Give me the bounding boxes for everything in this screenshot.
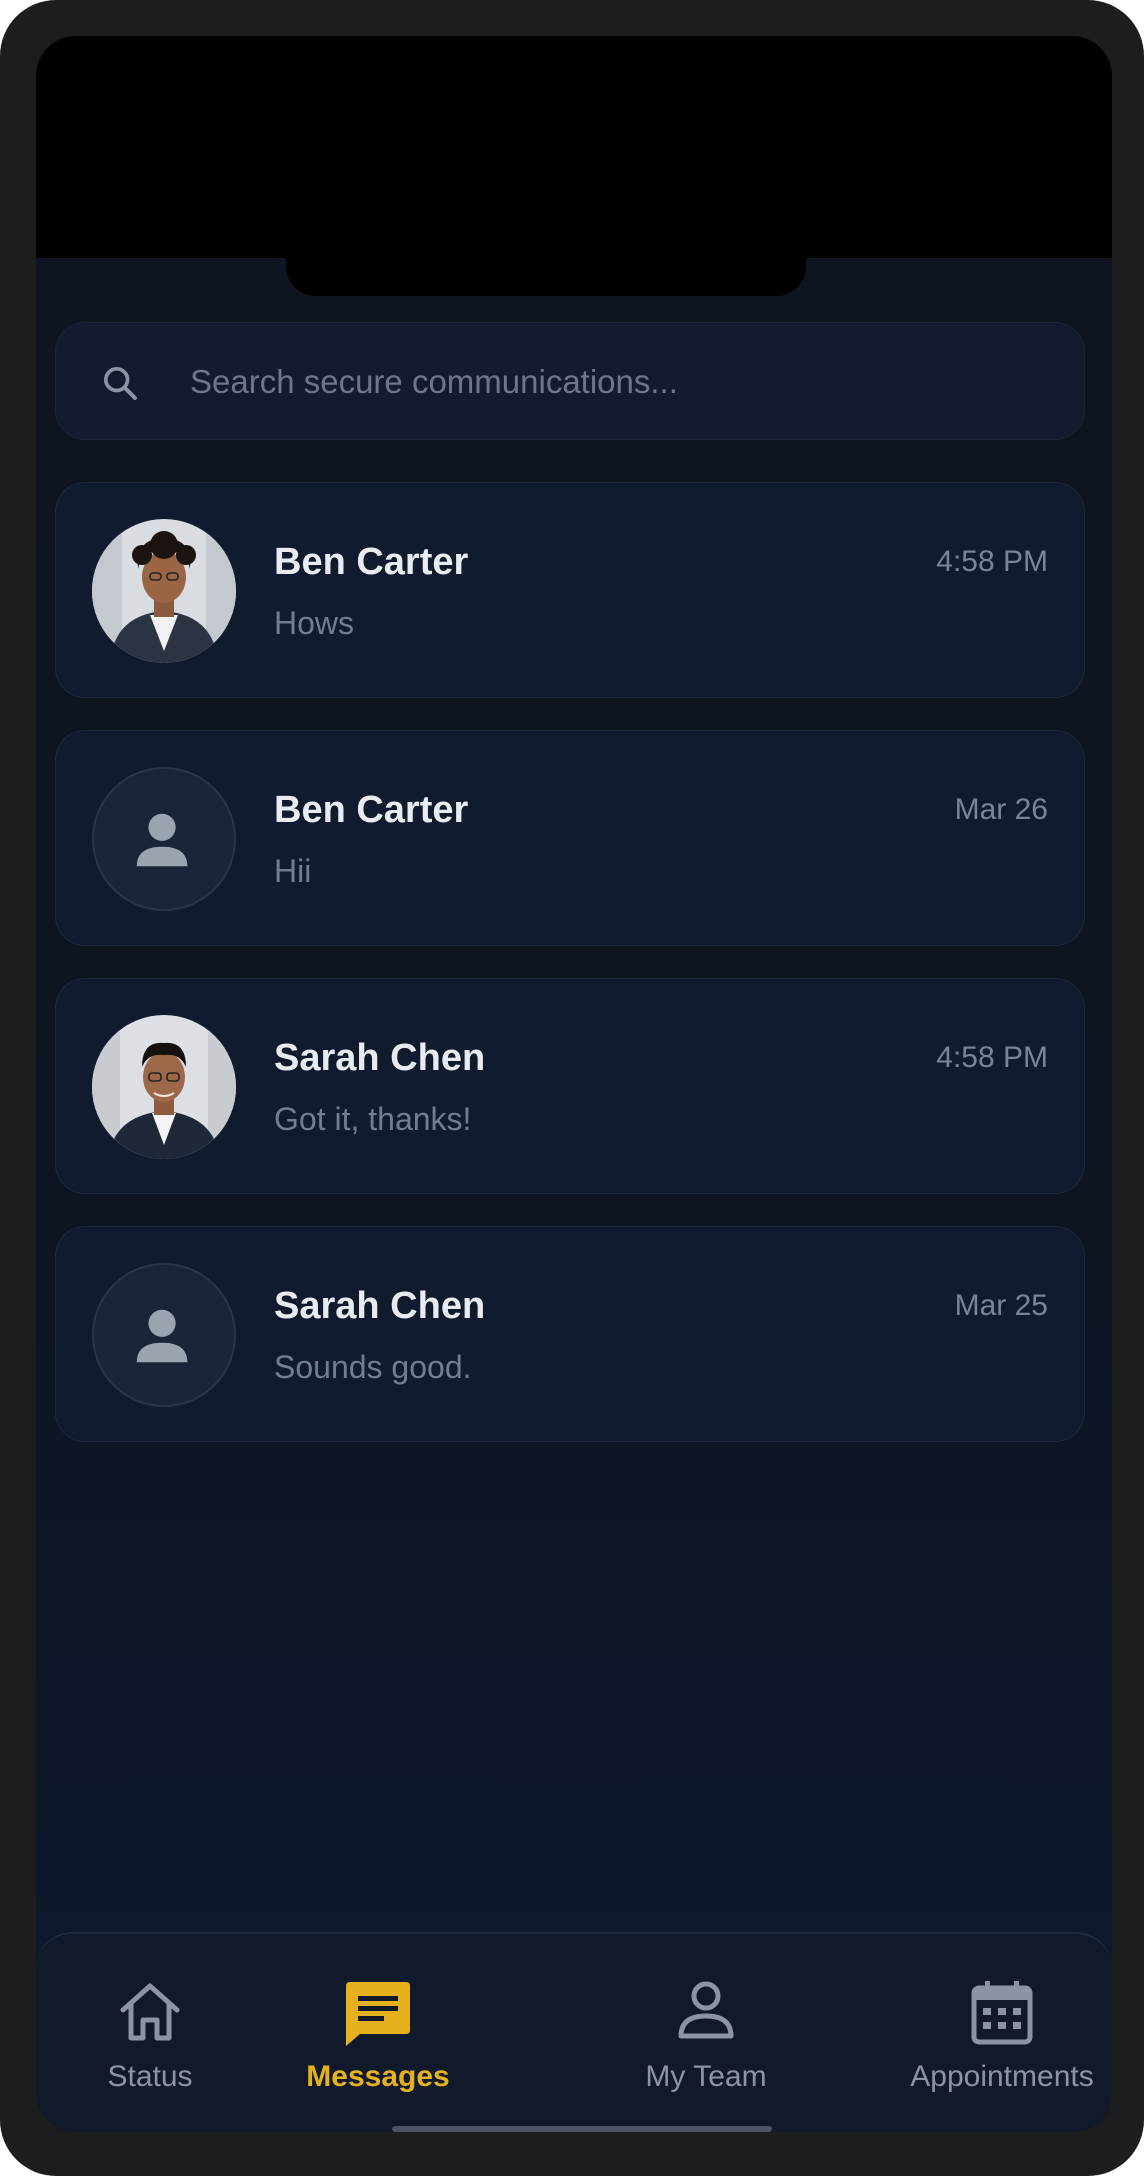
person-icon — [678, 1981, 734, 2039]
conversation-item[interactable]: Ben Carter 4:58 PM Hows — [55, 482, 1085, 698]
message-time: Mar 25 — [954, 1289, 1048, 1322]
contact-name: Ben Carter — [274, 789, 469, 831]
search-bar[interactable]: Search secure communications... — [55, 322, 1085, 440]
message-time: 4:58 PM — [936, 1041, 1048, 1074]
avatar-placeholder — [92, 767, 236, 911]
contact-name: Sarah Chen — [274, 1037, 486, 1079]
home-icon — [120, 1983, 180, 2041]
header-tab — [286, 258, 806, 296]
header-area — [36, 36, 1112, 258]
bottom-navigation: Status Messages My Team Appointments — [36, 1932, 1112, 2132]
person-icon — [136, 813, 188, 867]
device-frame: Search secure communications... Ben Cart… — [0, 0, 1144, 2176]
nav-label: Status — [107, 2060, 193, 2093]
search-input[interactable]: Search secure communications... — [190, 323, 678, 441]
nav-label: Appointments — [910, 2060, 1094, 2093]
contact-name: Ben Carter — [274, 541, 469, 583]
conversation-item[interactable]: Ben Carter Mar 26 Hii — [55, 730, 1085, 946]
home-indicator — [392, 2126, 772, 2132]
message-time: 4:58 PM — [936, 545, 1048, 578]
message-time: Mar 26 — [954, 793, 1048, 826]
message-preview: Sounds good. — [274, 1349, 472, 1385]
message-preview: Hii — [274, 853, 312, 889]
nav-appointments[interactable]: Appointments — [892, 1934, 1112, 2132]
calendar-icon — [971, 1981, 1033, 2045]
person-icon — [136, 1309, 188, 1363]
nav-label: My Team — [645, 2060, 767, 2093]
avatar — [92, 1015, 236, 1159]
contact-name: Sarah Chen — [274, 1285, 486, 1327]
app-screen: Search secure communications... Ben Cart… — [36, 36, 1112, 2132]
nav-my-team[interactable]: My Team — [596, 1934, 816, 2132]
conversation-item[interactable]: Sarah Chen Mar 25 Sounds good. — [55, 1226, 1085, 1442]
nav-label: Messages — [306, 2060, 450, 2093]
avatar — [92, 519, 236, 663]
message-preview: Hows — [274, 605, 355, 641]
search-icon — [104, 367, 137, 400]
conversation-item[interactable]: Sarah Chen 4:58 PM Got it, thanks! — [55, 978, 1085, 1194]
nav-status[interactable]: Status — [36, 1934, 264, 2132]
avatar-placeholder — [92, 1263, 236, 1407]
message-preview: Got it, thanks! — [274, 1101, 472, 1137]
nav-messages[interactable]: Messages — [232, 1934, 524, 2132]
message-icon — [346, 1982, 410, 2046]
